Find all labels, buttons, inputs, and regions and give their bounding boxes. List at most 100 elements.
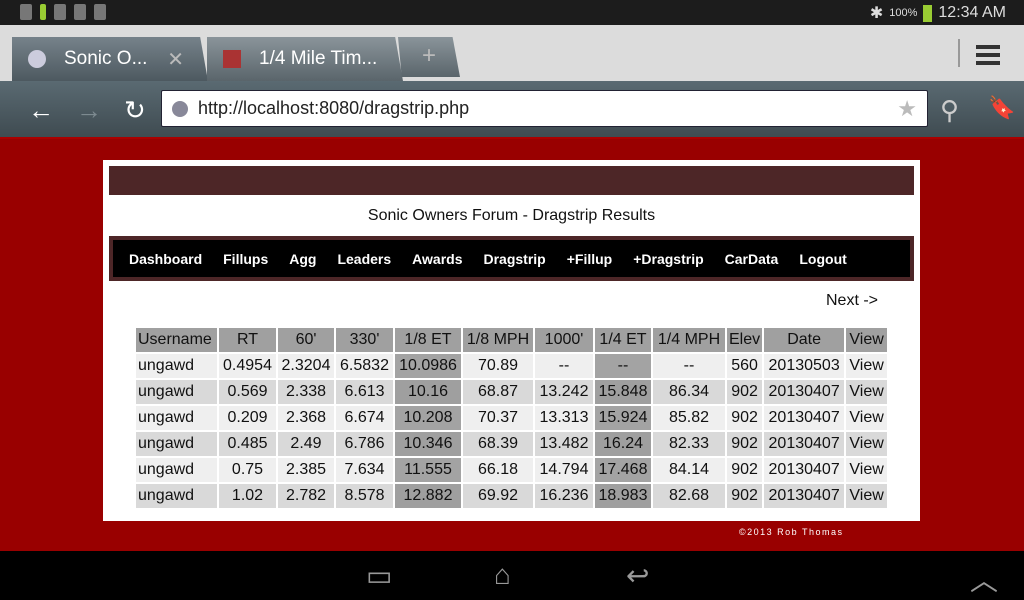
table-row: ungawd 0.4954 2.3204 6.5832 10.0986 70.89 -- --…	[136, 354, 888, 378]
table-cell: 0.209	[219, 406, 276, 430]
reload-icon[interactable]: ↻	[124, 95, 146, 126]
key-icon	[94, 4, 106, 20]
main-menu: Dashboard Fillups Agg Leaders Awards Dragstri…	[109, 236, 914, 281]
column-header[interactable]: 1/4 MPH	[653, 328, 725, 352]
menu-icon[interactable]	[976, 41, 1000, 69]
table-cell: 69.92	[463, 484, 533, 508]
table-cell: 86.34	[653, 380, 725, 404]
menu-item-agg[interactable]: Agg	[289, 251, 316, 267]
table-cell: 10.346	[395, 432, 461, 456]
page-title: Sonic Owners Forum - Dragstrip Results	[367, 207, 656, 224]
star-icon[interactable]: ★	[897, 91, 917, 126]
table-cell: 2.49	[278, 432, 334, 456]
table-cell: 14.794	[535, 458, 593, 482]
table-cell: 10.208	[395, 406, 461, 430]
toolbar: ← → ↻ http://localhost:8080/dragstrip.ph…	[0, 81, 1024, 139]
table-cell: 20130407	[764, 458, 845, 482]
view-link[interactable]: View	[846, 458, 888, 482]
menu-item-dragstrip[interactable]: +Dragstrip	[633, 251, 703, 267]
back-icon[interactable]: ←	[28, 95, 54, 126]
table-cell: 0.4954	[219, 354, 276, 378]
table-cell: 15.924	[595, 406, 651, 430]
column-header[interactable]: 330'	[336, 328, 393, 352]
table-cell: 70.89	[463, 354, 533, 378]
url-input[interactable]: http://localhost:8080/dragstrip.php ★	[161, 90, 928, 127]
table-cell: --	[653, 354, 725, 378]
bluetooth-icon: ✱	[869, 5, 884, 22]
table-cell: 82.68	[653, 484, 725, 508]
menu-item-cardata[interactable]: CarData	[725, 251, 779, 267]
menu-item-logout[interactable]: Logout	[799, 251, 846, 267]
table-row: ungawd 0.75 2.385 7.634 11.555 66.18 14.794 17.…	[136, 458, 888, 482]
table-cell: 10.0986	[395, 354, 461, 378]
device-icon	[54, 4, 66, 20]
back-nav-icon[interactable]: ↩	[626, 559, 649, 592]
table-row: ungawd 0.485 2.49 6.786 10.346 68.39 13.482 16.…	[136, 432, 888, 456]
table-cell: 0.75	[219, 458, 276, 482]
menu-item-fillups[interactable]: Fillups	[223, 251, 268, 267]
forward-icon[interactable]: →	[76, 95, 102, 126]
close-icon[interactable]: ✕	[167, 47, 184, 72]
table-cell: 2.338	[278, 380, 334, 404]
bookmarks-icon[interactable]: 🔖	[988, 95, 1015, 121]
table-cell: 902	[727, 458, 763, 482]
view-link[interactable]: View	[846, 380, 888, 404]
view-link[interactable]: View	[846, 406, 888, 430]
column-header[interactable]: Username	[136, 328, 217, 352]
table-cell: 13.242	[535, 380, 593, 404]
table-cell: 17.468	[595, 458, 651, 482]
battery-small-icon	[40, 4, 46, 20]
menu-item-dashboard[interactable]: Dashboard	[129, 251, 202, 267]
search-icon[interactable]: ⚲	[940, 95, 959, 126]
table-cell: --	[595, 354, 651, 378]
column-header[interactable]: 1000'	[535, 328, 593, 352]
menu-item-leaders[interactable]: Leaders	[337, 251, 391, 267]
table-cell: 13.482	[535, 432, 593, 456]
table-cell: 1.02	[219, 484, 276, 508]
table-cell: 6.613	[336, 380, 393, 404]
recent-apps-icon[interactable]: ▭	[366, 559, 392, 592]
view-link[interactable]: View	[846, 432, 888, 456]
column-header[interactable]: 60'	[278, 328, 334, 352]
column-header[interactable]: 1/8 ET	[395, 328, 461, 352]
menu-item-awards[interactable]: Awards	[412, 251, 462, 267]
table-cell: 0.485	[219, 432, 276, 456]
download-icon	[74, 4, 86, 20]
column-header[interactable]: 1/8 MPH	[463, 328, 533, 352]
table-cell: 2.782	[278, 484, 334, 508]
table-cell: 84.14	[653, 458, 725, 482]
system-nav-bar: ▭ ⌂ ↩ ︿	[0, 551, 1024, 600]
home-icon[interactable]: ⌂	[494, 559, 511, 591]
globe-icon	[28, 50, 46, 68]
page-content: Sonic Owners Forum - Dragstrip Results D…	[103, 160, 920, 521]
table-cell: 8.578	[336, 484, 393, 508]
column-header[interactable]: RT	[219, 328, 276, 352]
table-cell: 70.37	[463, 406, 533, 430]
clock: 12:34 AM	[938, 4, 1006, 21]
table-cell: 68.87	[463, 380, 533, 404]
view-link[interactable]: View	[846, 354, 888, 378]
column-header[interactable]: View	[846, 328, 888, 352]
new-tab-button[interactable]: +	[398, 37, 460, 77]
table-cell: 20130407	[764, 432, 845, 456]
url-text: http://localhost:8080/dragstrip.php	[198, 98, 470, 118]
table-cell: 20130503	[764, 354, 845, 378]
column-header[interactable]: Date	[764, 328, 845, 352]
view-link[interactable]: View	[846, 484, 888, 508]
chevron-up-icon[interactable]: ︿	[970, 559, 998, 599]
table-cell: 13.313	[535, 406, 593, 430]
tab-sonic[interactable]: Sonic O... ✕	[12, 37, 208, 81]
tab-quarter-mile[interactable]: 1/4 Mile Tim...	[207, 37, 403, 81]
menu-item-dragstrip[interactable]: Dragstrip	[484, 251, 546, 267]
column-header[interactable]: 1/4 ET	[595, 328, 651, 352]
battery-percent: 100%	[889, 7, 918, 19]
table-cell: 20130407	[764, 406, 845, 430]
table-cell: 11.555	[395, 458, 461, 482]
globe-icon	[172, 101, 188, 117]
column-header[interactable]: Elev	[727, 328, 763, 352]
table-cell: ungawd	[136, 458, 217, 482]
table-cell: 902	[727, 380, 763, 404]
menu-item-fillup[interactable]: +Fillup	[567, 251, 613, 267]
next-link[interactable]: Next ->	[826, 292, 878, 310]
table-cell: 66.18	[463, 458, 533, 482]
